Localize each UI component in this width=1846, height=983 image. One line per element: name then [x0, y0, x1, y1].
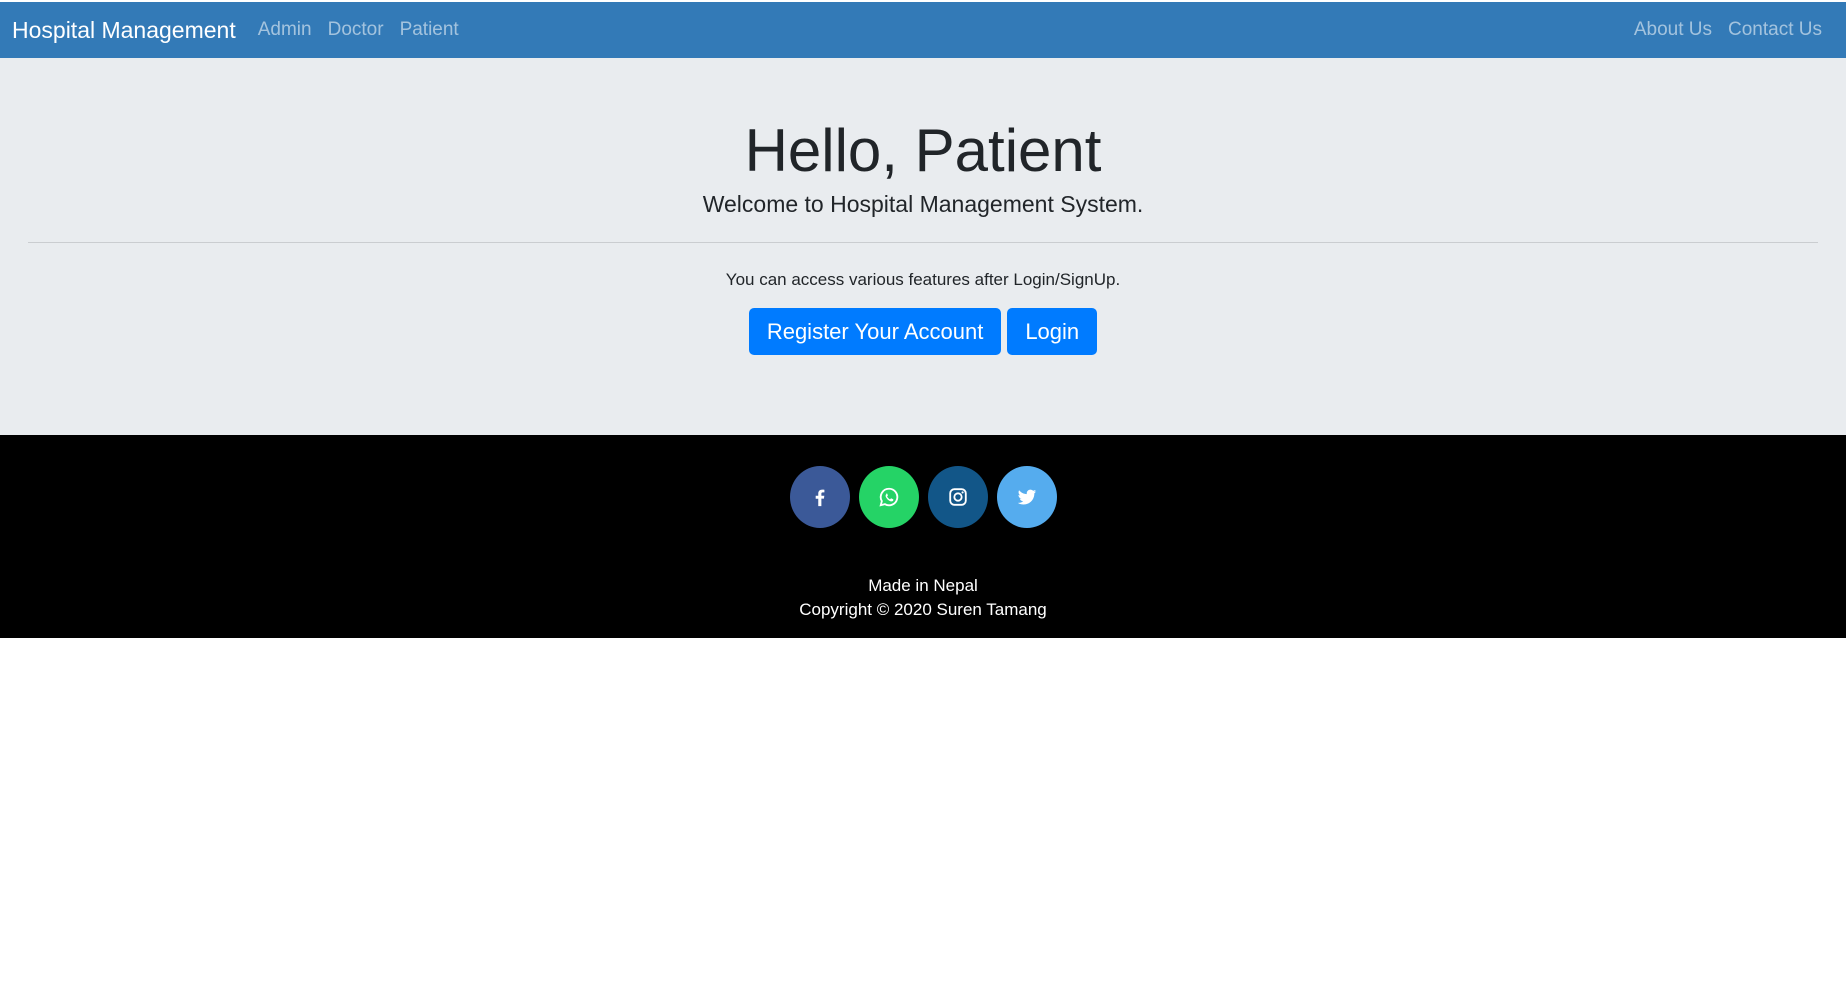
hero-lead-text: Welcome to Hospital Management System.	[702, 191, 1144, 217]
facebook-button[interactable]	[789, 466, 850, 528]
social-links	[0, 466, 1846, 528]
nav-link-admin[interactable]: Admin	[258, 19, 312, 41]
hero-jumbotron: Hello, Patient Welcome to Hospital Manag…	[0, 58, 1846, 435]
register-account-button[interactable]: Register Your Account	[748, 308, 1002, 355]
navbar-brand[interactable]: Hospital Management	[12, 17, 236, 44]
twitter-button[interactable]	[996, 466, 1057, 528]
facebook-icon	[809, 486, 831, 508]
whatsapp-button[interactable]	[858, 466, 919, 528]
nav-link-about-us[interactable]: About Us	[1634, 19, 1712, 41]
hero-divider	[28, 242, 1818, 243]
navbar: Hospital Management Admin Doctor Patient…	[0, 2, 1846, 58]
login-button[interactable]: Login	[1007, 308, 1098, 355]
nav-link-patient[interactable]: Patient	[400, 19, 459, 41]
hero-buttons: Register Your Account Login	[0, 308, 1846, 355]
footer-made-in: Made in Nepal	[868, 576, 978, 595]
nav-link-doctor[interactable]: Doctor	[328, 19, 384, 41]
instagram-button[interactable]	[927, 466, 988, 528]
hero-note-text: You can access various features after Lo…	[725, 270, 1121, 289]
twitter-icon	[1016, 486, 1038, 508]
navbar-right: About Us Contact Us	[1634, 19, 1834, 41]
nav-link-contact-us[interactable]: Contact Us	[1728, 19, 1822, 41]
instagram-icon	[947, 486, 969, 508]
whatsapp-icon	[878, 486, 900, 508]
footer: Made in Nepal Copyright © 2020 Suren Tam…	[0, 435, 1846, 638]
page-title: Hello, Patient	[744, 117, 1102, 184]
footer-copyright: Copyright © 2020 Suren Tamang	[799, 600, 1047, 619]
